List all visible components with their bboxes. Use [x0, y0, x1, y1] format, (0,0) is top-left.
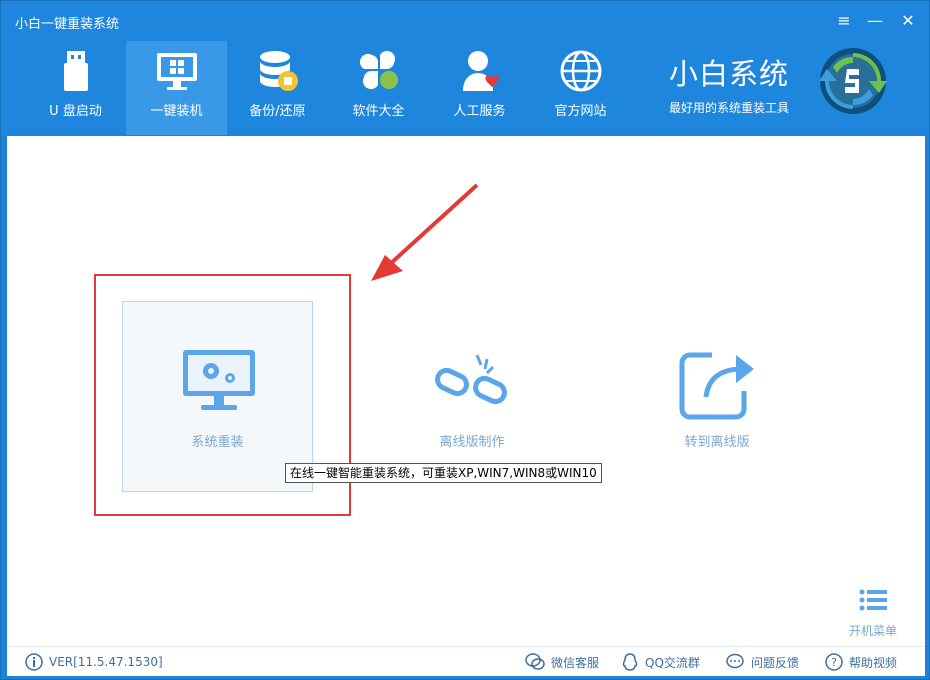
nav-item-usb-boot[interactable]: U 盘启动	[25, 41, 126, 135]
red-arrow-annotation	[371, 183, 479, 281]
feedback-link[interactable]: 问题反馈	[725, 653, 799, 671]
qq-group-link[interactable]: QQ交流群	[621, 653, 700, 671]
database-backup-icon	[260, 51, 298, 91]
footer-link-label: QQ交流群	[645, 655, 700, 670]
brand-title: 小白系统	[669, 57, 790, 91]
nav-label: 官方网站	[554, 104, 607, 119]
footer-link-label: 问题反馈	[751, 655, 800, 670]
usb-drive-icon	[64, 51, 88, 91]
info-icon	[25, 653, 43, 671]
card-label: 离线版制作	[439, 435, 505, 450]
offline-build-card[interactable]: 离线版制作	[417, 341, 527, 451]
boot-menu-button[interactable]: 开机菜单	[845, 588, 901, 639]
chat-bubble-icon	[726, 653, 744, 669]
nav-item-support[interactable]: 人工服务	[429, 41, 530, 135]
brand-logo-icon	[819, 48, 887, 114]
header: 小白一键重装系统 ≡ — ✕ U 盘启动 一键装机 备份/还原 软件大全 人工服…	[1, 1, 929, 135]
nav-item-software[interactable]: 软件大全	[328, 41, 429, 135]
footer-link-label: 帮助视频	[849, 655, 898, 670]
menu-button[interactable]: ≡	[831, 9, 857, 33]
share-arrow-icon	[679, 352, 754, 420]
main-content: 系统重装 离线版制作 转到离线版 在线一键智能重装系统，可重装XP,WIN7,W	[7, 136, 925, 646]
globe-icon	[560, 50, 602, 92]
version-info: VER[11.5.47.1530]	[25, 653, 163, 671]
brand: 小白系统 最好用的系统重装工具	[669, 51, 789, 116]
question-icon: ?	[825, 653, 843, 671]
nav-item-website[interactable]: 官方网站	[530, 41, 631, 135]
list-menu-icon	[859, 589, 887, 611]
svg-text:?: ?	[831, 656, 837, 669]
version-text: VER[11.5.47.1530]	[49, 655, 163, 669]
go-offline-card[interactable]: 转到离线版	[662, 341, 772, 451]
nav-label: 备份/还原	[249, 104, 306, 119]
nav-label: 软件大全	[352, 104, 405, 119]
apps-grid-icon	[359, 50, 398, 90]
nav-item-backup-restore[interactable]: 备份/还原	[227, 41, 328, 135]
footer-link-label: 微信客服	[551, 655, 600, 670]
brand-subtitle: 最好用的系统重装工具	[669, 101, 790, 115]
nav-label: U 盘启动	[49, 104, 102, 119]
boot-menu-label: 开机菜单	[848, 624, 897, 638]
nav-label: 人工服务	[453, 104, 506, 119]
app-window: 小白一键重装系统 ≡ — ✕ U 盘启动 一键装机 备份/还原 软件大全 人工服…	[0, 0, 930, 680]
monitor-windows-icon	[157, 53, 197, 90]
help-video-link[interactable]: ? 帮助视频	[825, 653, 897, 671]
window-title: 小白一键重装系统	[15, 17, 120, 32]
minimize-button[interactable]: —	[862, 9, 888, 33]
card-label: 转到离线版	[684, 435, 750, 450]
qq-icon	[622, 653, 638, 671]
nav-label: 一键装机	[150, 104, 203, 119]
wechat-icon	[525, 653, 545, 670]
main-nav: U 盘启动 一键装机 备份/还原 软件大全 人工服务 官方网站	[25, 41, 631, 135]
nav-item-one-click-install[interactable]: 一键装机	[126, 41, 227, 135]
support-person-icon	[463, 51, 499, 91]
wechat-support-link[interactable]: 微信客服	[525, 653, 599, 671]
broken-link-icon	[435, 354, 507, 405]
close-button[interactable]: ✕	[895, 9, 921, 33]
tooltip: 在线一键智能重装系统，可重装XP,WIN7,WIN8或WIN10	[285, 463, 602, 483]
footer: VER[11.5.47.1530] 微信客服 QQ交流群 问题反馈 ? 帮助视频	[7, 646, 925, 676]
